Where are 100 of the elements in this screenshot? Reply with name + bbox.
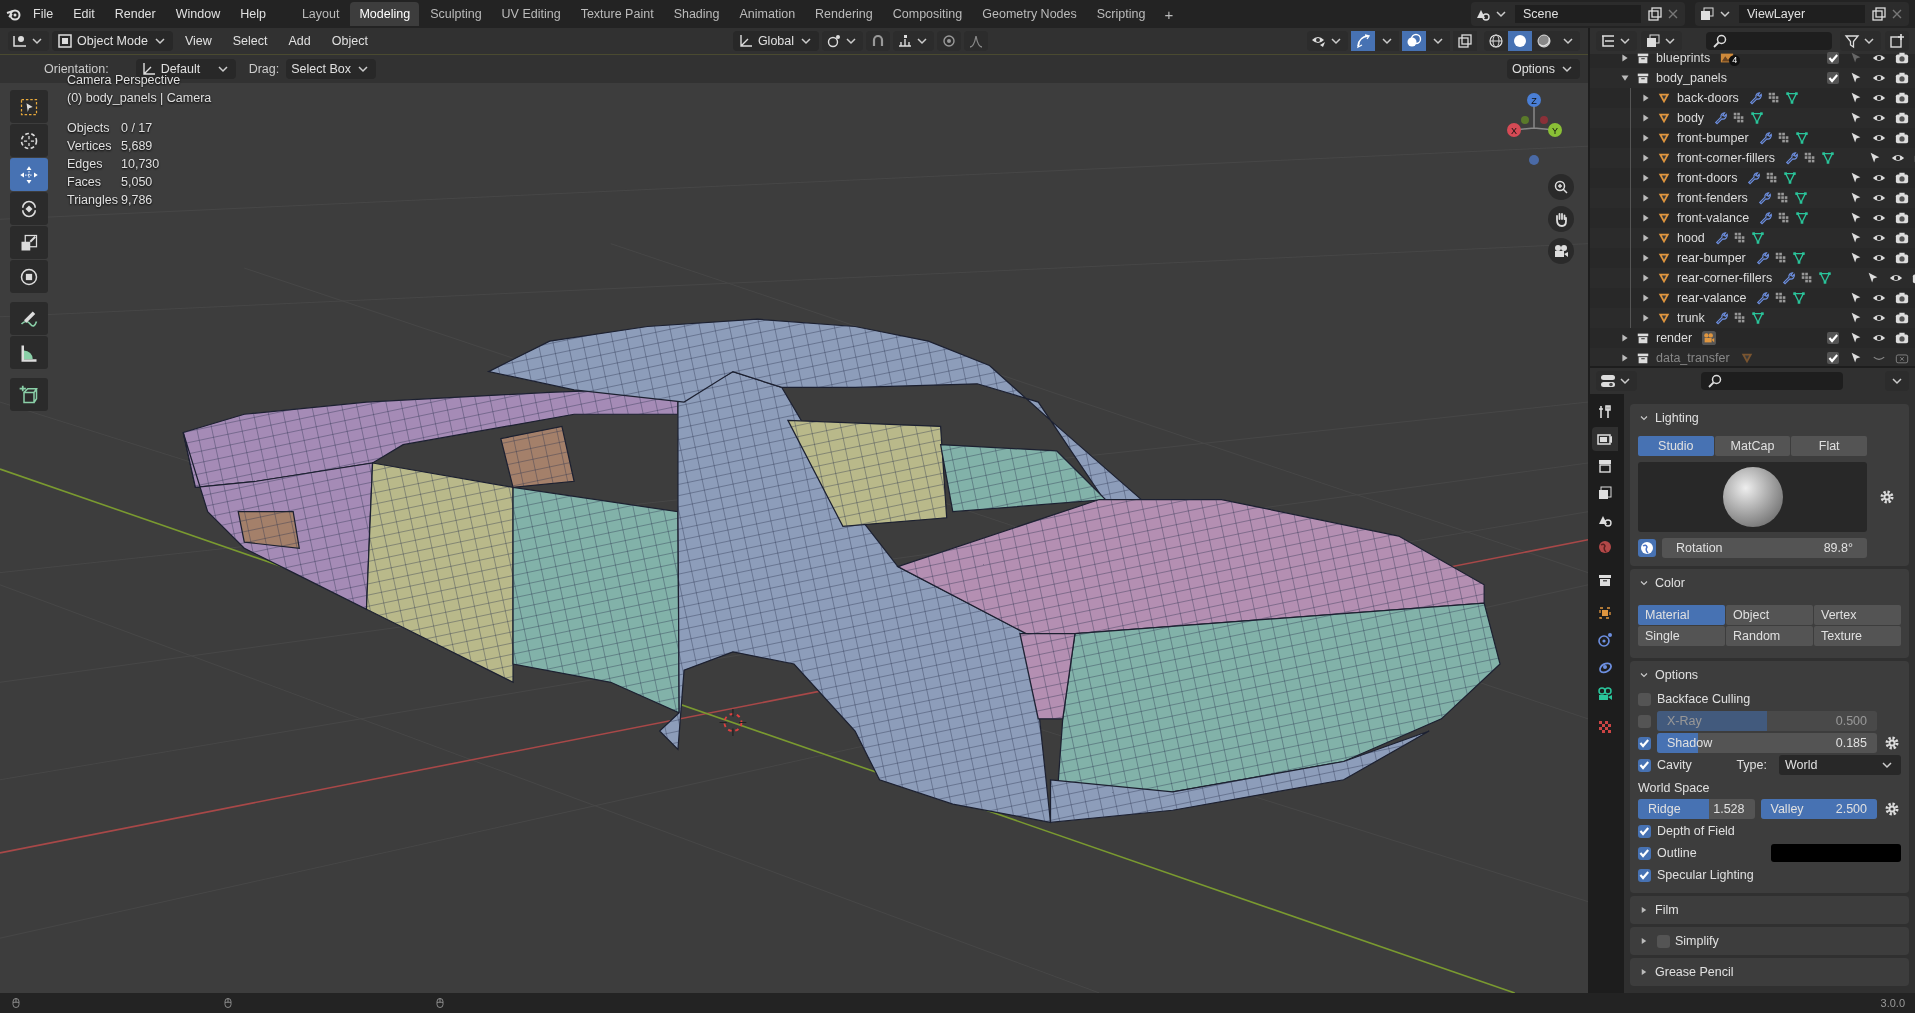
workspace-tab[interactable]: UV Editing (492, 2, 570, 26)
outliner-row[interactable]: blueprints 4 (1590, 48, 1915, 68)
include-checkbox[interactable] (1826, 332, 1839, 344)
car-mesh-drawing[interactable] (182, 318, 1501, 824)
lighting-mode-button[interactable]: Flat (1791, 436, 1867, 456)
search-field[interactable] (1701, 372, 1843, 390)
move-tool[interactable] (10, 158, 48, 191)
camera-icon[interactable] (1894, 311, 1909, 325)
dropdown-button[interactable] (1375, 31, 1399, 51)
camera-icon[interactable] (1894, 331, 1909, 345)
workspace-tab[interactable]: Animation (730, 2, 805, 26)
dropdown-button[interactable] (1426, 31, 1450, 51)
menu-item[interactable]: Render (105, 4, 165, 24)
camera-icon[interactable] (1894, 91, 1909, 105)
camera-icon[interactable] (1894, 291, 1909, 305)
workspace-tab[interactable]: Geometry Nodes (973, 2, 1086, 26)
slider[interactable]: Ridge 1.528 (1638, 799, 1755, 819)
rotate-tool[interactable] (10, 192, 48, 225)
render-tab[interactable] (1592, 427, 1618, 451)
checkbox-label[interactable]: Specular Lighting (1657, 868, 1754, 882)
menu-item[interactable]: Add (279, 31, 320, 51)
panel-title[interactable]: Grease Pencil (1655, 965, 1734, 979)
search-field[interactable] (1706, 32, 1832, 50)
checkbox-label[interactable]: Depth of Field (1657, 824, 1735, 838)
lighting-mode-button[interactable]: MatCap (1714, 436, 1791, 456)
falloff-dropdown[interactable] (964, 31, 989, 51)
color-mode-button[interactable]: Material (1638, 605, 1725, 625)
menu-item[interactable]: Object (322, 31, 377, 51)
copy-icon[interactable] (1647, 6, 1663, 22)
checkbox[interactable] (1638, 758, 1651, 772)
gear-icon[interactable] (1884, 801, 1900, 817)
panel-title[interactable]: Simplify (1675, 934, 1719, 948)
include-checkbox[interactable] (1826, 52, 1839, 64)
checkbox-label[interactable]: Outline (1657, 846, 1697, 860)
annotate-tool[interactable] (10, 302, 48, 335)
menu-item[interactable]: Window (166, 4, 230, 24)
camera-icon[interactable] (1894, 51, 1909, 65)
drag-dropdown[interactable]: Select Box (286, 59, 376, 79)
editor-type-button[interactable] (1596, 371, 1637, 391)
dropdown-button[interactable] (1556, 31, 1580, 51)
menu-item[interactable]: Help (231, 4, 275, 24)
snap-toggle[interactable] (866, 31, 891, 51)
shading-mode-button[interactable] (1532, 31, 1556, 51)
camera-icon[interactable] (1894, 71, 1909, 85)
workspace-tab[interactable]: Shading (664, 2, 729, 26)
panel-title[interactable]: Film (1655, 903, 1679, 917)
checkbox[interactable] (1638, 824, 1651, 838)
shading-mode-button[interactable] (1508, 31, 1532, 51)
add-cube-tool[interactable] (10, 378, 48, 411)
gear-icon[interactable] (1884, 735, 1900, 751)
workspace-tab[interactable]: Rendering (806, 2, 882, 26)
orientation-dropdown[interactable]: Global (732, 31, 820, 51)
color-mode-button[interactable]: Object (1726, 605, 1813, 625)
checkbox-label[interactable]: Cavity (1657, 758, 1692, 772)
overlay-toggle[interactable] (1402, 31, 1426, 51)
checkbox[interactable] (1638, 846, 1651, 860)
proportional-toggle[interactable] (937, 31, 962, 51)
lighting-mode-button[interactable]: Studio (1638, 436, 1714, 456)
view-layer-selector[interactable]: ViewLayer (1695, 2, 1909, 26)
menu-item[interactable]: Edit (64, 4, 104, 24)
add-workspace-button[interactable]: + (1156, 2, 1182, 26)
camera-icon[interactable] (1894, 251, 1909, 265)
camera-icon[interactable] (1894, 191, 1909, 205)
menu-item[interactable]: File (24, 4, 63, 24)
transform-tool[interactable] (10, 260, 48, 293)
dropdown-button[interactable] (1885, 371, 1909, 391)
scene-selector[interactable]: Scene (1471, 2, 1685, 26)
color-mode-button[interactable]: Vertex (1814, 605, 1901, 625)
checkbox[interactable] (1638, 736, 1651, 750)
select-box-tool[interactable] (10, 90, 48, 123)
editor-type-button[interactable] (8, 31, 49, 51)
color-mode-button[interactable]: Texture (1814, 626, 1901, 646)
camera-icon[interactable] (1894, 171, 1909, 185)
rotation-field[interactable]: Rotation 89.8° (1662, 538, 1867, 558)
color-mode-button[interactable]: Random (1726, 626, 1813, 646)
cursor-tool[interactable] (10, 124, 48, 157)
snap-target-dropdown[interactable] (893, 31, 935, 51)
options-dropdown[interactable]: Options (1506, 59, 1580, 79)
panel-title[interactable]: Lighting (1655, 411, 1699, 425)
filter-button[interactable] (1840, 31, 1881, 51)
checkbox[interactable] (1638, 868, 1651, 882)
xray-toggle[interactable] (1453, 31, 1477, 51)
checkbox-label[interactable]: Backface Culling (1657, 692, 1751, 706)
camera-icon[interactable] (1894, 131, 1909, 145)
measure-tool[interactable] (10, 336, 48, 369)
workspace-tab[interactable]: Sculpting (421, 2, 491, 26)
visibility-dropdown[interactable] (1307, 31, 1348, 51)
camera-icon[interactable] (1894, 111, 1909, 125)
navigation-gizmo[interactable]: Z X Y (1500, 90, 1570, 170)
editor-type-button[interactable] (1596, 31, 1637, 51)
panel-title[interactable]: Options (1655, 668, 1699, 682)
mode-dropdown[interactable]: Object Mode (52, 31, 173, 51)
outliner-row[interactable]: render (1590, 328, 1915, 348)
menu-item[interactable]: View (175, 31, 221, 51)
gizmo-toggle[interactable] (1351, 31, 1375, 51)
display-mode-button[interactable] (1641, 31, 1682, 51)
pivot-dropdown[interactable] (822, 31, 864, 51)
camera-icon[interactable] (1894, 211, 1909, 225)
copy-icon[interactable] (1871, 6, 1887, 22)
scale-tool[interactable] (10, 226, 48, 259)
